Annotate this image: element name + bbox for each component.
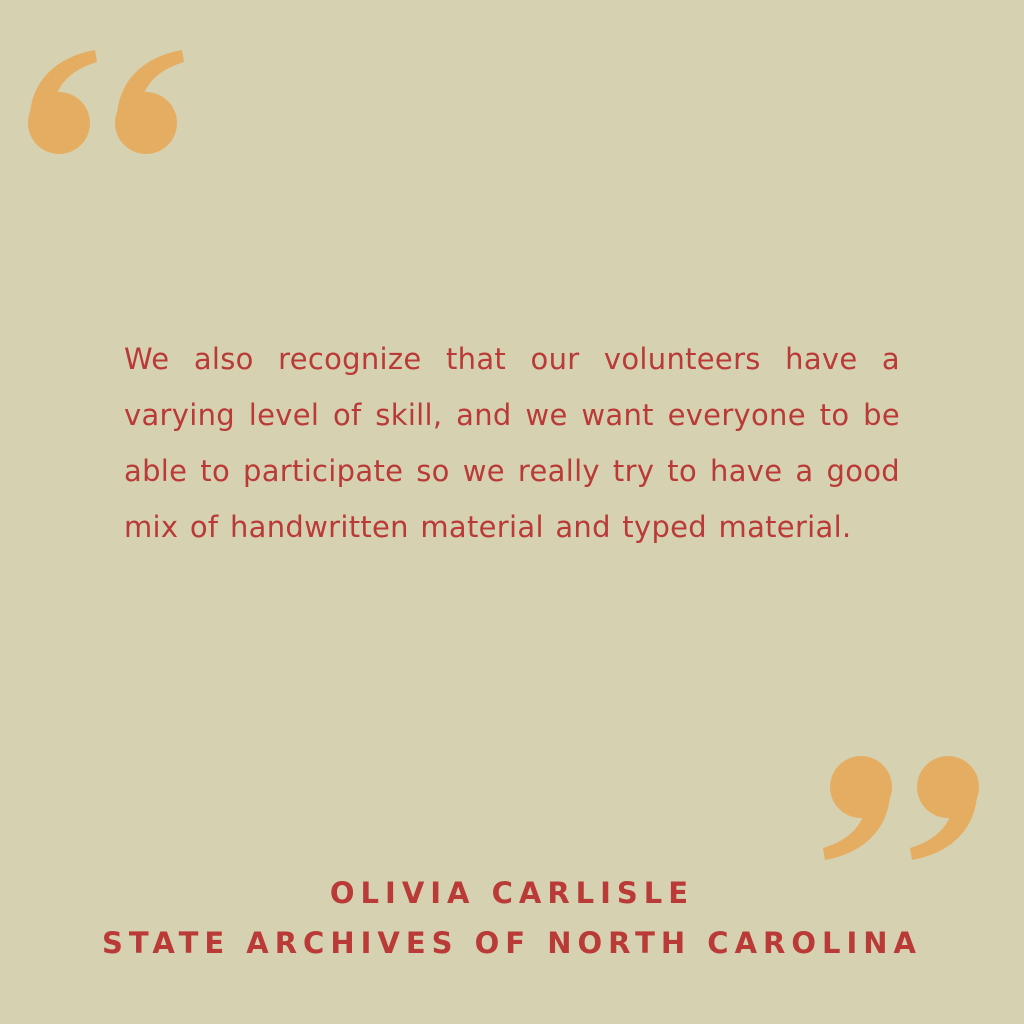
attribution-organization: STATE ARCHIVES OF NORTH CAROLINA — [101, 926, 922, 960]
close-quote-icon — [822, 752, 982, 862]
quote-card: We also recognize that our volunteers ha… — [0, 0, 1024, 1024]
attribution-name: OLIVIA CARLISLE — [329, 876, 695, 910]
quote-text: We also recognize that our volunteers ha… — [124, 342, 900, 544]
open-quote-icon — [25, 48, 185, 158]
